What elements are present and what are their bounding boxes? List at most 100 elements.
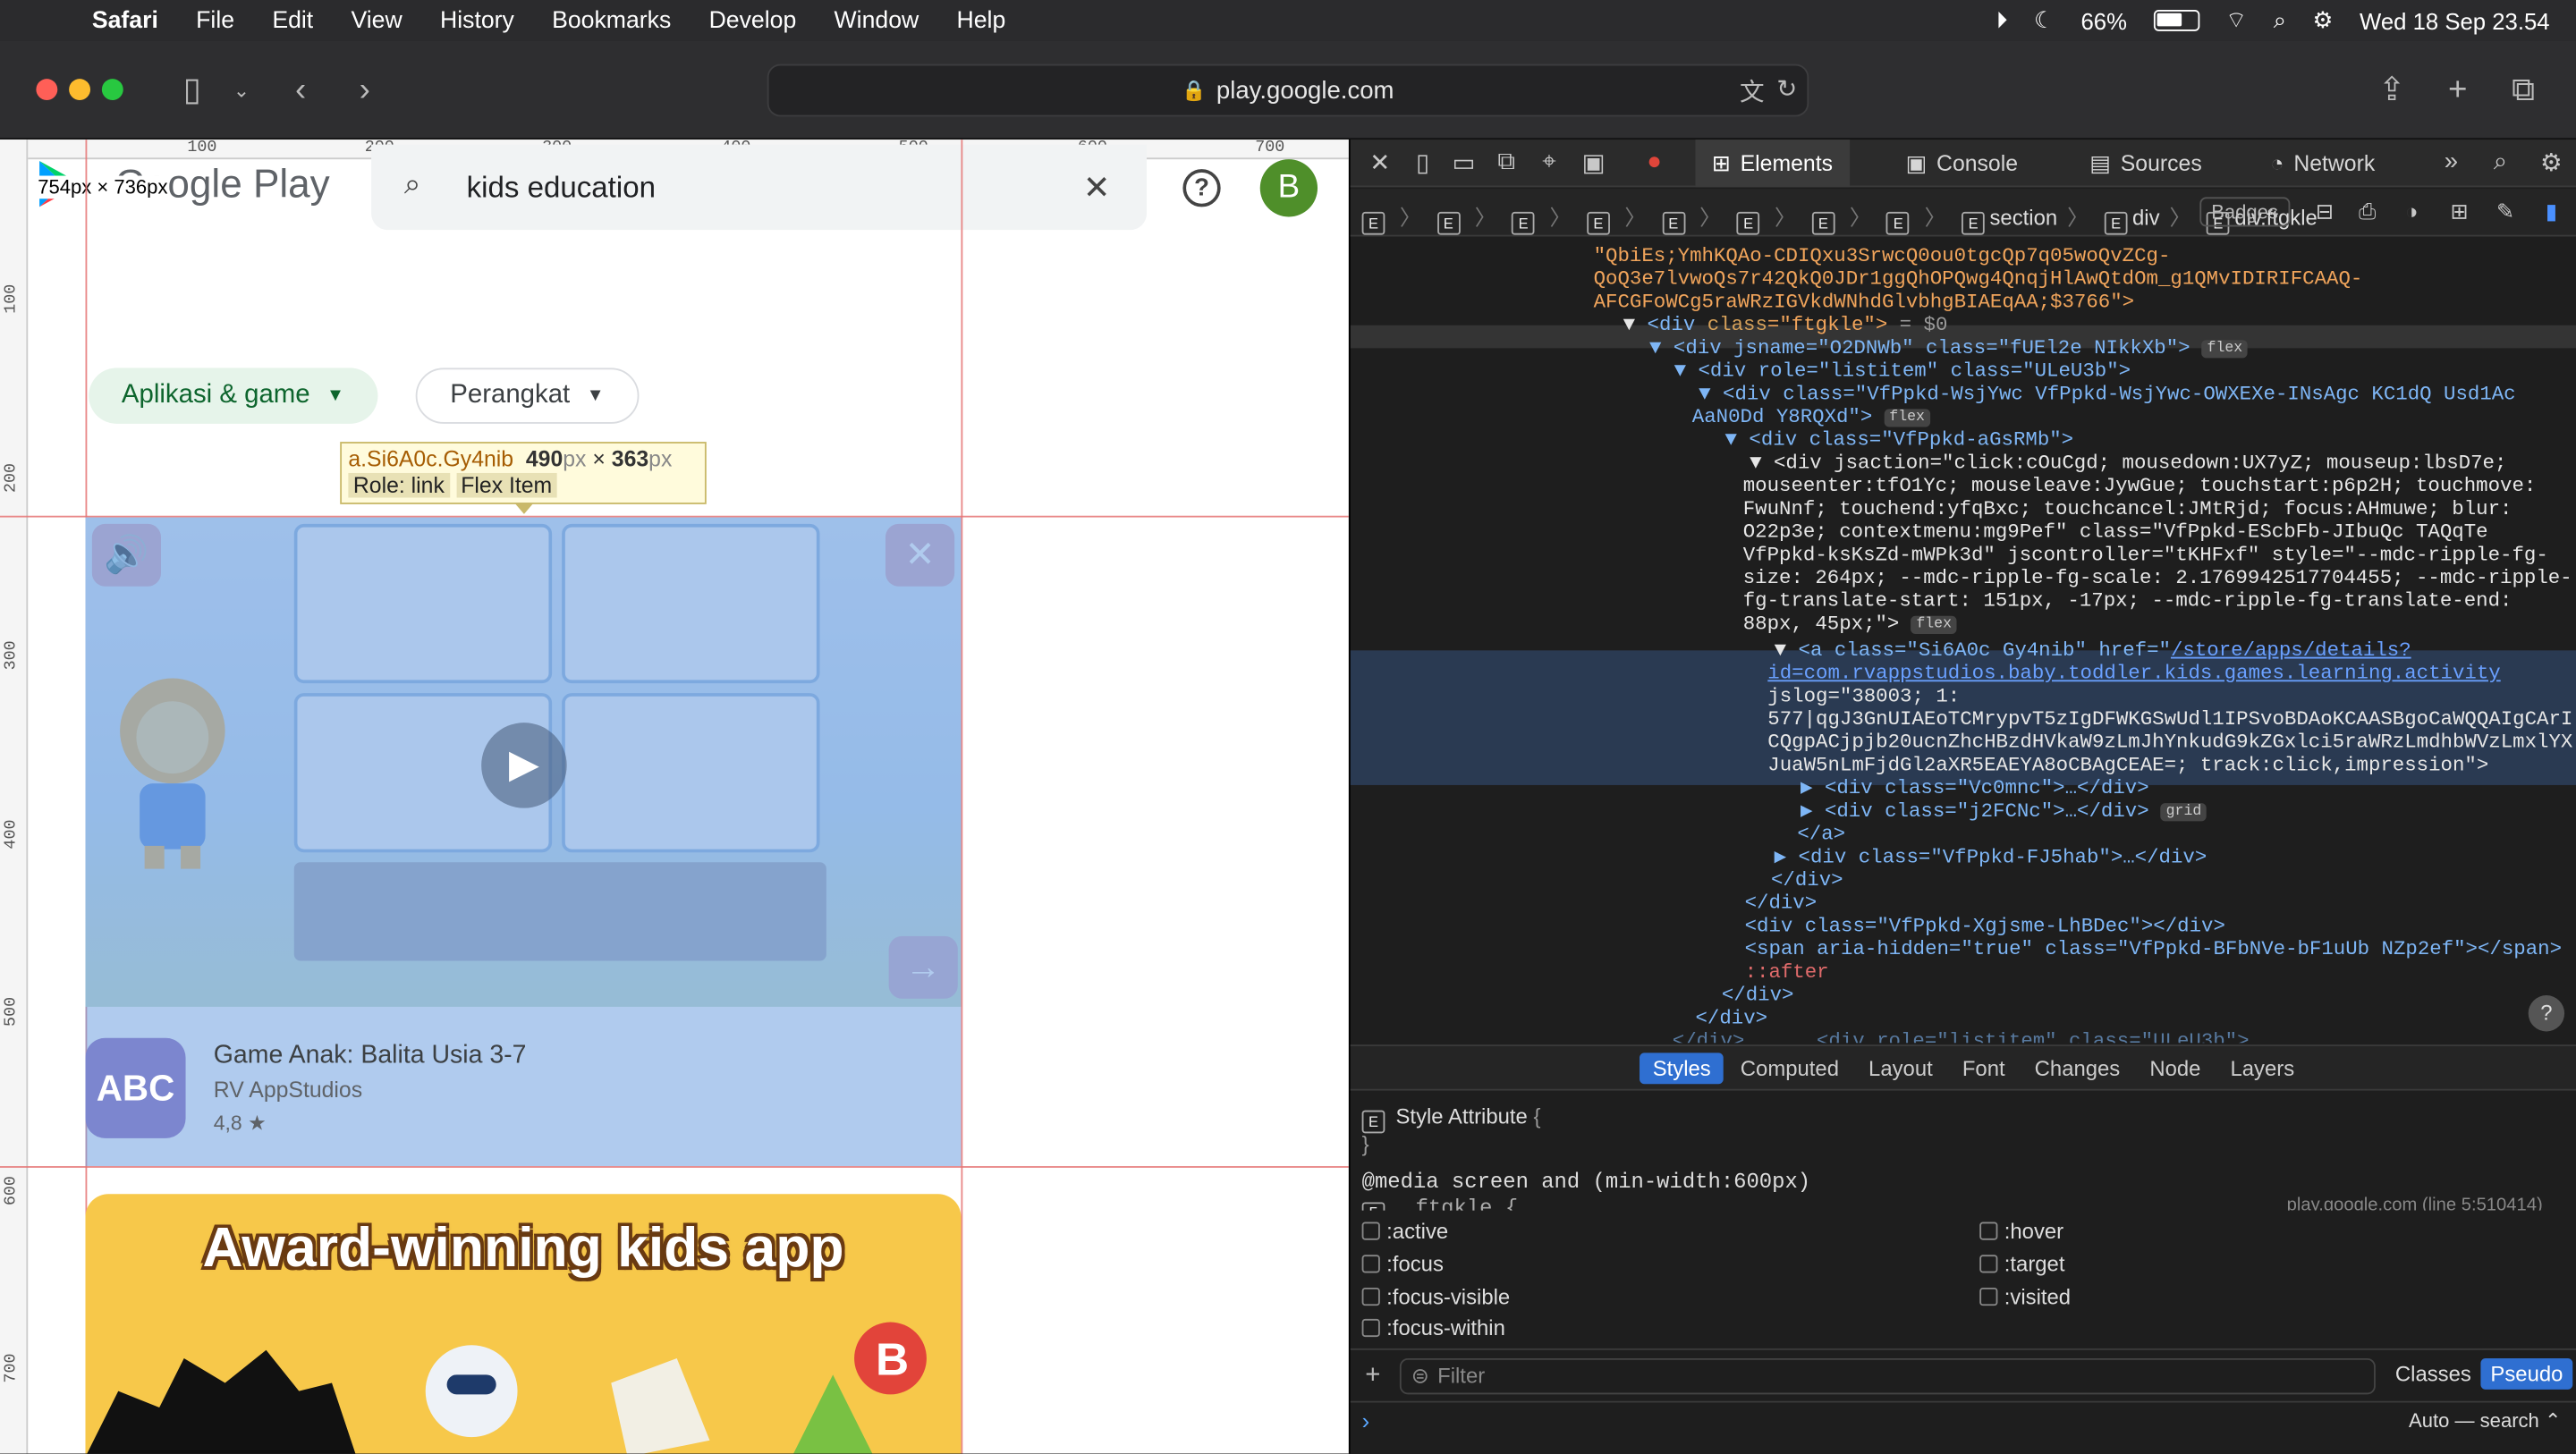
styles-filter-input[interactable]: ⊜ Filter [1399,1357,2376,1395]
pseudo-active-checkbox[interactable]: :active [1361,1219,1448,1243]
menu-edit[interactable]: Edit [272,7,313,33]
translate-icon[interactable]: 文 [1740,74,1765,109]
console-prompt-icon[interactable]: › [1362,1408,1370,1433]
appearance-icon[interactable]: ◑ [2395,199,2428,224]
tab-overview-icon[interactable]: ⧉ [2502,67,2545,113]
element-badge-icon[interactable]: E [1587,211,1610,235]
code-line[interactable]: ▶ <div class="j2FCNc">…</div> grid [1801,799,2207,823]
code-line[interactable]: ▼ <div jsname="O2DNWb" class="fUEl2e NIk… [1649,337,2248,360]
paint-icon[interactable]: ✎ [2489,199,2522,224]
more-tabs-icon[interactable]: » [2435,148,2468,175]
pseudo-toggle[interactable]: Pseudo [2480,1357,2573,1390]
clock[interactable]: Wed 18 Sep 23.54 [2360,7,2550,33]
menu-file[interactable]: File [196,7,234,33]
pseudo-hover-checkbox[interactable]: :hover [1979,1219,2063,1243]
code-line[interactable]: O22p3e; contextmenu:mg9Pef" class="VfPpk… [1743,520,2488,544]
breadcrumb-div[interactable]: div [2132,206,2160,231]
code-line[interactable]: </div> [1771,869,1843,892]
code-line[interactable]: </div> [1722,984,1794,1007]
code-line[interactable]: </a> [1797,823,1845,846]
flex-badge[interactable]: flex [1884,409,1930,427]
code-line[interactable]: JuaW5nLmFjdGl2aXR5EAEYA8oCBAgCEAE=; trac… [1767,754,2488,777]
code-line[interactable]: </div> [1695,1007,1767,1030]
code-line-anchor[interactable]: ▼ <a class="Si6A0c Gy4nib" href="/store/… [1775,638,2411,662]
code-line[interactable]: ▼ <div class="VfPpkd-aGsRMb"> [1725,428,2074,452]
app-title[interactable]: Game Anak: Balita Usia 3-7 [214,1041,527,1070]
new-tab-icon[interactable]: + [2436,67,2479,113]
menu-history[interactable]: History [440,7,514,33]
close-window-button[interactable] [36,79,58,101]
tab-layers[interactable]: Layers [2217,1052,2308,1083]
play-video-icon[interactable]: ▶ [481,723,567,808]
dock-left-icon[interactable]: ▯ [1406,148,1439,177]
apps-games-chip[interactable]: Aplikasi & game ▼ [89,368,377,424]
sidebar-toggle-icon[interactable]: ▮ [2535,199,2568,224]
code-line[interactable]: AaN0Dd Y8RQXd"> flex [1692,406,1930,429]
control-center-icon[interactable]: ⚙ [2313,6,2334,34]
pseudo-visited-checkbox[interactable]: :visited [1979,1284,2071,1309]
code-line[interactable]: VfPpkd-ksKsZd-mWPk3d" jscontroller="tKHF… [1743,544,2548,567]
tab-font[interactable]: Font [1949,1052,2018,1083]
device-settings-icon[interactable]: ▣ [1577,148,1610,177]
code-line[interactable]: jslog="38003; 1: [1767,685,1960,708]
element-badge-icon[interactable]: E [2104,211,2128,235]
code-line[interactable]: </div> [1745,892,1818,915]
detach-icon[interactable]: ⧉ [1490,148,1523,175]
code-line[interactable]: <span aria-hidden="true" class="VfPpkd-B… [1745,938,2562,961]
help-icon[interactable]: ? [2528,995,2565,1032]
help-icon[interactable]: ? [1182,169,1221,207]
badges-button[interactable]: Badges [2199,197,2290,227]
code-line[interactable]: </div> ... <div role="listitem" class="U… [1673,1030,2250,1044]
href-link[interactable]: id=com.rvappstudios.baby.toddler.kids.ga… [1767,662,2500,685]
menu-app-name[interactable]: Safari [92,7,158,33]
wifi-icon[interactable]: ⌔ [2225,5,2247,35]
element-picker-icon[interactable]: ⌖ [1533,148,1566,175]
tab-styles[interactable]: Styles [1640,1052,1724,1084]
address-bar[interactable]: 🔒 play.google.com 文 ↻ [767,63,1809,117]
clear-search-icon[interactable]: ✕ [1083,167,1111,208]
layout-grid-icon[interactable]: ⊟ [2309,199,2342,224]
menu-help[interactable]: Help [957,7,1006,33]
element-badge-icon[interactable]: E [1886,211,1911,235]
grid-badge[interactable]: grid [2161,803,2207,822]
avatar[interactable]: B [1259,159,1318,217]
settings-gear-icon[interactable]: ⚙ [2535,148,2568,177]
tab-sources[interactable]: ▤ Sources [2073,139,2218,187]
code-line[interactable]: 577|qgJ3GnUIAEoTCMrypvT5zIgDFWKGSwUdl1IP… [1767,708,2572,731]
code-line[interactable]: ▼ <div role="listitem" class="ULeU3b"> [1674,359,2131,383]
code-line[interactable]: <div class="VfPpkd-Xgjsme-LhBDec"></div> [1745,915,2225,938]
devices-chip[interactable]: Perangkat ▼ [415,368,640,424]
tab-elements[interactable]: ⊞ Elements [1695,139,1850,188]
code-line[interactable]: fg-translate-start: 151px, -17px; --mdc-… [1743,589,2512,613]
tab-computed[interactable]: Computed [1727,1052,1852,1083]
spotlight-search-icon[interactable]: ⌕ [2274,6,2286,34]
code-line[interactable]: AFCGFoWCg5raWRzIGVkdWNhdGlvbhgBIAEqAA;$3… [1594,291,2135,314]
tab-node[interactable]: Node [2137,1052,2214,1083]
element-badge-icon[interactable]: E [1661,211,1685,235]
console-mode-select[interactable]: Auto — search ⌃ [2409,1409,2561,1433]
element-badge-icon[interactable]: E [1962,211,1985,235]
dock-bottom-icon[interactable]: ▭ [1447,148,1480,177]
menu-view[interactable]: View [351,7,402,33]
app-icon[interactable]: ABC [85,1037,186,1138]
code-line[interactable]: mouseenter:tfO1Yc; mouseleave:JywGue; to… [1743,475,2537,498]
error-icon[interactable]: ● [1638,148,1671,175]
breadcrumb-section[interactable]: section [1989,206,2057,231]
code-line[interactable]: size: 264px; --mdc-ripple-fg-scale: 2.17… [1743,567,2572,590]
code-line[interactable]: ▶ <div class="Vc0mnc">…</div> [1801,777,2149,800]
menu-bookmarks[interactable]: Bookmarks [552,7,671,33]
back-icon[interactable]: ‹ [279,67,322,113]
code-line[interactable]: "QbiEs;YmhKQAo-CDIQxu3SrwcQ0ou0tgcQp7q05… [1594,245,2171,268]
menu-window[interactable]: Window [835,7,919,33]
search-box[interactable]: ⌕ kids education ✕ [371,144,1148,231]
tab-console[interactable]: ▣ Console [1889,139,2034,187]
minimize-window-button[interactable] [69,79,91,101]
promo-banner[interactable]: Award-winning kids app B [85,1194,962,1454]
pseudo-target-checkbox[interactable]: :target [1979,1252,2064,1276]
menu-develop[interactable]: Develop [709,7,797,33]
reload-icon[interactable]: ↻ [1776,74,1797,103]
flex-badge[interactable]: flex [1911,615,1957,634]
share-icon[interactable]: ⇪ [2370,67,2413,113]
code-line[interactable]: CQgpACjpjb20ucnZhcHBzdHVkaW9zLmJhYnkudG9… [1767,731,2572,754]
pseudo-focus-visible-checkbox[interactable]: :focus-visible [1361,1284,1510,1309]
